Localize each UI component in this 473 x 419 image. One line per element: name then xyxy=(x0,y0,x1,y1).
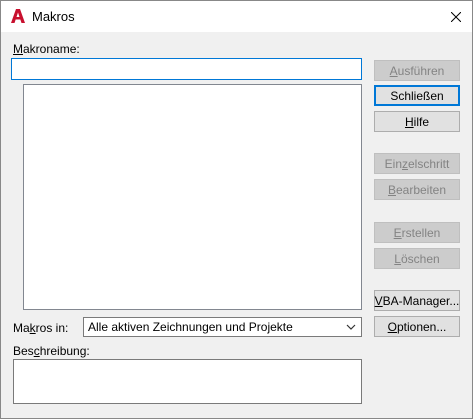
description-textarea[interactable] xyxy=(13,359,362,404)
help-button[interactable]: Hilfe xyxy=(374,111,460,132)
macros-in-label: Makros in: xyxy=(13,321,69,335)
run-button[interactable]: Ausführen xyxy=(374,60,460,81)
title-bar: Makros xyxy=(1,1,472,32)
edit-button[interactable]: Bearbeiten xyxy=(374,179,460,200)
vba-manager-button[interactable]: V BA-Manager... xyxy=(374,290,460,311)
delete-button[interactable]: Löschen xyxy=(374,248,460,269)
macros-in-selected-value: Alle aktiven Zeichnungen und Projekte xyxy=(88,320,293,334)
close-window-button[interactable] xyxy=(440,1,472,32)
autocad-a-icon xyxy=(11,9,25,23)
options-button[interactable]: Optionen... xyxy=(374,316,460,337)
macros-dialog: Makros Makroname: Ausführen Schließen Hi… xyxy=(0,0,473,419)
macros-in-select[interactable]: Alle aktiven Zeichnungen und Projekte xyxy=(83,317,362,337)
close-button[interactable]: Schließen xyxy=(374,85,460,106)
close-icon xyxy=(451,11,461,22)
macro-name-input[interactable] xyxy=(11,58,362,80)
macro-name-label: Makroname: xyxy=(13,42,80,56)
create-button[interactable]: Erstellen xyxy=(374,222,460,243)
window-title: Makros xyxy=(32,9,75,24)
macro-list[interactable] xyxy=(23,84,362,310)
description-label: Beschreibung: xyxy=(13,344,90,358)
step-into-button[interactable]: Ein z elschritt xyxy=(374,153,460,174)
chevron-down-icon xyxy=(346,324,356,330)
